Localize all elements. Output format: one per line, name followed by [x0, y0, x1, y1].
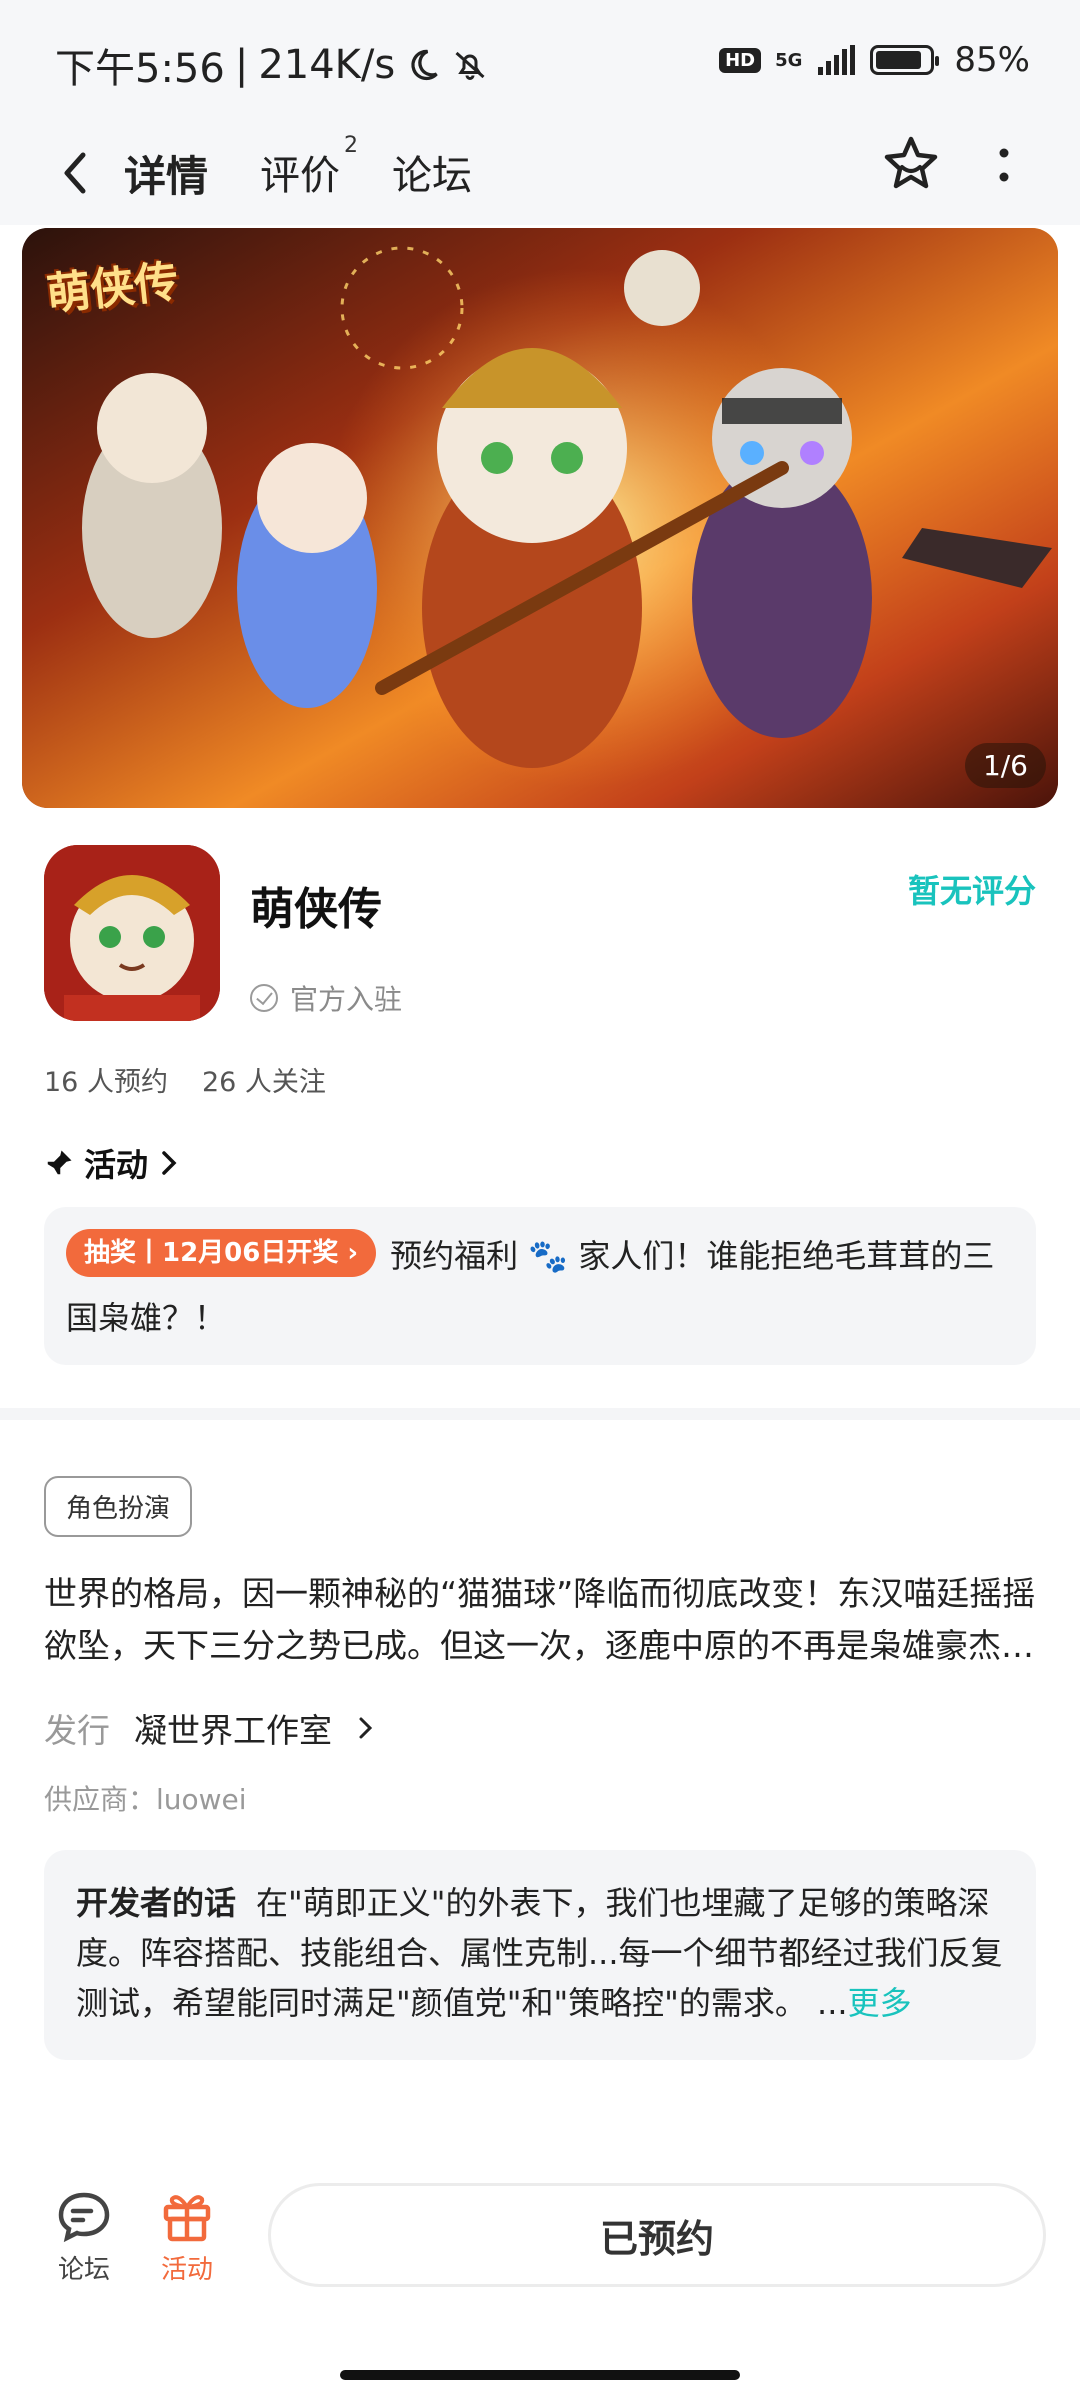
top-navigation: 详情 评价 2 论坛	[0, 125, 1080, 225]
follower-count: 26 人关注	[201, 1067, 326, 1098]
network-label: 5G	[775, 49, 803, 71]
status-time: 下午5:56	[55, 46, 225, 92]
game-title: 萌侠传	[250, 884, 382, 935]
activity-heading: 活动	[84, 1146, 149, 1184]
game-stats: 16 人预约 26 人关注	[44, 1060, 326, 1099]
bottom-tab-forum[interactable]: 论坛	[55, 2187, 113, 2286]
screenshot-carousel[interactable]: 萌侠传 1/6	[22, 228, 1058, 808]
official-label: 官方入驻	[290, 983, 403, 1016]
tab-reviews-count: 2	[344, 133, 359, 158]
bottom-action-bar: 论坛 活动 已预约	[0, 2145, 1080, 2400]
gift-icon	[163, 2195, 211, 2242]
game-description[interactable]: 世界的格局，因一颗神秘的“猫猫球”降临而彻底改变！东汉喵廷摇摇欲坠，天下三分之势…	[44, 1568, 1036, 1672]
game-detail-page: 下午5:56 | 214K/s HD 5G 85% 详情 评价 2 论坛 萌侠传…	[0, 0, 1080, 2400]
status-separator: |	[234, 42, 249, 88]
activity-text-a: 预约福利	[390, 1237, 529, 1275]
battery-level: 85%	[954, 40, 1030, 80]
banner-game-logo: 萌侠传	[44, 256, 181, 321]
chevron-right-icon	[359, 1717, 373, 1739]
tab-reviews-label: 评价	[260, 153, 341, 199]
game-icon	[44, 845, 220, 1021]
tab-details-label: 详情	[124, 152, 209, 201]
supplier-info: 供应商：luowei	[44, 1783, 247, 1816]
reservation-count: 16 人预约	[44, 1067, 168, 1098]
home-indicator[interactable]	[340, 2370, 740, 2380]
more-options-icon[interactable]	[992, 141, 1016, 191]
bottom-tab-activity-label: 活动	[160, 2255, 213, 2285]
lottery-tag[interactable]: 抽奖丨12月06日开奖 ›	[66, 1229, 377, 1277]
tab-list: 详情 评价 2 论坛	[120, 133, 474, 210]
activity-section-link[interactable]: 活动	[44, 1140, 180, 1186]
status-left: 下午5:56 | 214K/s	[55, 36, 489, 94]
signal-icon	[818, 45, 856, 75]
publisher-name: 凝世界工作室	[134, 1711, 332, 1750]
moon-icon	[411, 49, 438, 81]
hd-badge: HD	[719, 47, 762, 73]
pin-icon	[46, 1150, 72, 1176]
tab-details[interactable]: 详情	[120, 137, 213, 210]
mute-bell-icon	[455, 51, 485, 80]
status-speed: 214K/s	[258, 42, 396, 88]
lottery-tag-label: 抽奖丨12月06日开奖	[84, 1238, 339, 1268]
more-link[interactable]: 更多	[848, 1984, 912, 2022]
developer-notes-card[interactable]: 开发者的话 在"萌即正义"的外表下，我们也埋藏了足够的策略深度。阵容搭配、技能组合…	[44, 1850, 1036, 2060]
game-icon-artwork	[44, 845, 220, 1021]
official-badge: 官方入驻	[250, 978, 402, 1018]
publisher-label: 发行	[44, 1711, 110, 1750]
carousel-counter: 1/6	[964, 743, 1046, 788]
reserved-button[interactable]: 已预约	[268, 2183, 1046, 2287]
tab-reviews[interactable]: 评价 2	[258, 133, 358, 210]
battery-icon	[870, 45, 940, 75]
status-bar: 下午5:56 | 214K/s HD 5G 85%	[0, 0, 1080, 125]
tab-forum[interactable]: 论坛	[390, 137, 474, 210]
bottom-tab-activity[interactable]: 活动	[158, 2187, 216, 2286]
genre-tag[interactable]: 角色扮演	[44, 1476, 193, 1537]
rating-status: 暂无评分	[907, 872, 1036, 910]
activity-card[interactable]: 抽奖丨12月06日开奖 › 预约福利 🐾 家人们！谁能拒绝毛茸茸的三国枭雄？！	[44, 1207, 1036, 1365]
tab-forum-label: 论坛	[392, 153, 473, 199]
chevron-right-icon	[162, 1151, 177, 1175]
publisher-row[interactable]: 发行 凝世界工作室	[44, 1704, 376, 1752]
status-right: HD 5G 85%	[719, 40, 1030, 80]
section-divider	[0, 1408, 1080, 1420]
favorite-star-icon[interactable]	[880, 133, 942, 195]
paw-emoji: 🐾	[528, 1237, 569, 1275]
back-arrow-icon[interactable]	[55, 143, 95, 203]
forum-chat-icon	[58, 2192, 110, 2243]
verified-check-icon	[250, 984, 278, 1012]
developer-notes-label: 开发者的话	[76, 1884, 237, 1922]
bottom-tab-forum-label: 论坛	[57, 2255, 110, 2285]
banner-artwork	[22, 228, 1058, 808]
